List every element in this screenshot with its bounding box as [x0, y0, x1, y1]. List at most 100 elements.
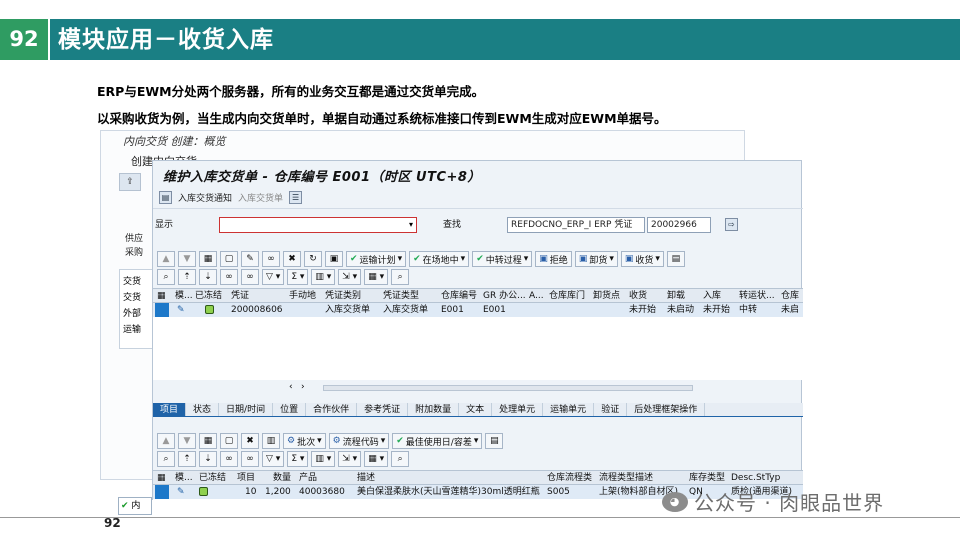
- grid-settings-icon[interactable]: ▦: [157, 289, 166, 303]
- new-icon[interactable]: ▢: [220, 433, 238, 449]
- save-icon[interactable]: ▣: [325, 251, 343, 267]
- down-icon[interactable]: ▼: [178, 251, 196, 267]
- zoom-icon[interactable]: ⌕: [391, 269, 410, 285]
- document-icon[interactable]: ▤: [159, 191, 172, 204]
- scroll-right-icon[interactable]: ›: [301, 382, 305, 392]
- layout-icon[interactable]: ▤: [666, 251, 685, 267]
- transport-plan-button[interactable]: ✔ 运输计划 ▾: [346, 251, 407, 267]
- layout-icon[interactable]: ▤: [485, 433, 504, 449]
- subtotal-button[interactable]: ▥ ▾: [311, 269, 336, 285]
- column-header[interactable]: 仓库: [781, 289, 799, 303]
- glasses-icon[interactable]: ∞: [262, 251, 280, 267]
- sum-button[interactable]: Σ ▾: [287, 269, 309, 285]
- column-header[interactable]: 仓库库门: [549, 289, 585, 303]
- scrollbar[interactable]: [323, 385, 693, 391]
- column-header[interactable]: 收货: [629, 289, 647, 303]
- transit-button[interactable]: ✔ 中转过程 ▾: [472, 251, 533, 267]
- tab-validation[interactable]: 验证: [594, 403, 628, 416]
- reject-button[interactable]: ▣ 拒绝: [535, 251, 572, 267]
- table-row[interactable]: ✎ 200008606 入库交货单 入库交货单 E001 E001 未开始 未启…: [153, 303, 803, 317]
- column-header[interactable]: 产品: [299, 471, 317, 485]
- column-header[interactable]: 项目: [237, 471, 255, 485]
- column-header[interactable]: 凭证类型: [383, 289, 419, 303]
- column-header[interactable]: 已冻结: [195, 289, 222, 303]
- column-header[interactable]: 描述: [357, 471, 375, 485]
- details-icon[interactable]: ▦: [199, 251, 217, 267]
- column-header[interactable]: Desc.StTyp: [731, 471, 780, 485]
- column-header[interactable]: 卸货点: [593, 289, 620, 303]
- zoom-icon[interactable]: ⌕: [391, 451, 410, 467]
- layout-button[interactable]: ▦ ▾: [364, 451, 389, 467]
- export-button[interactable]: ⇲ ▾: [338, 451, 362, 467]
- search-icon[interactable]: ⌕: [157, 451, 175, 467]
- column-header[interactable]: A...: [529, 289, 544, 303]
- scroll-left-icon[interactable]: ‹: [289, 382, 293, 392]
- execute-icon[interactable]: ⇨: [725, 218, 738, 231]
- find-next-icon[interactable]: ∞: [241, 451, 259, 467]
- tab-datetime[interactable]: 日期/时间: [219, 403, 274, 416]
- subtotal-button[interactable]: ▥ ▾: [311, 451, 336, 467]
- filter-button[interactable]: ▽ ▾: [262, 269, 285, 285]
- new-icon[interactable]: ▢: [220, 251, 238, 267]
- tab-partners[interactable]: 合作伙伴: [306, 403, 358, 416]
- up-icon[interactable]: ▲: [157, 251, 175, 267]
- chevron-down-icon[interactable]: ▾: [409, 218, 413, 232]
- grid-settings-icon[interactable]: ▦: [157, 471, 166, 485]
- column-header[interactable]: 入库: [703, 289, 721, 303]
- tab-status[interactable]: 状态: [186, 403, 220, 416]
- tab-ppf[interactable]: 后处理框架操作: [627, 403, 706, 416]
- down-icon[interactable]: ▼: [178, 433, 196, 449]
- column-header[interactable]: 卸载: [667, 289, 685, 303]
- up-icon[interactable]: ▲: [157, 433, 175, 449]
- tab-additional-qty[interactable]: 附加数量: [408, 403, 460, 416]
- row-selector[interactable]: [155, 485, 169, 499]
- display-select[interactable]: ▾: [219, 217, 417, 233]
- find-icon[interactable]: ∞: [220, 451, 238, 467]
- export-button[interactable]: ⇲ ▾: [338, 269, 362, 285]
- sort-desc-icon[interactable]: ⇣: [199, 451, 217, 467]
- unload-button[interactable]: ▣ 卸货 ▾: [574, 251, 618, 267]
- search-value-input[interactable]: 20002966: [647, 217, 711, 233]
- column-header[interactable]: GR 办公...: [483, 289, 526, 303]
- column-header[interactable]: 凭证类别: [325, 289, 361, 303]
- column-header[interactable]: 仓库流程类: [547, 471, 592, 485]
- delete-icon[interactable]: ✖: [241, 433, 259, 449]
- best-before-button[interactable]: ✔ 最佳使用日/容差 ▾: [392, 433, 483, 449]
- column-header[interactable]: 手动地: [289, 289, 316, 303]
- tab-transport-unit[interactable]: 运输单元: [543, 403, 595, 416]
- edit-icon[interactable]: ✎: [241, 251, 259, 267]
- tab-location[interactable]: 位置: [273, 403, 307, 416]
- column-header[interactable]: 数量: [273, 471, 291, 485]
- goods-receipt-button[interactable]: ▣ 收货 ▾: [620, 251, 664, 267]
- table-icon[interactable]: ▥: [262, 433, 280, 449]
- row-selector[interactable]: [155, 303, 169, 317]
- column-header[interactable]: 仓库编号: [441, 289, 477, 303]
- tab-reference[interactable]: 参考凭证: [357, 403, 409, 416]
- layout-button[interactable]: ▦ ▾: [364, 269, 389, 285]
- find-icon[interactable]: ∞: [220, 269, 238, 285]
- sort-asc-icon[interactable]: ⇡: [178, 269, 196, 285]
- find-next-icon[interactable]: ∞: [241, 269, 259, 285]
- column-header[interactable]: 模...: [175, 471, 193, 485]
- search-icon[interactable]: ⌕: [157, 269, 175, 285]
- search-type-select[interactable]: REFDOCNO_ERP_I ERP 凭证: [507, 217, 645, 233]
- tab-items[interactable]: 项目: [153, 403, 187, 416]
- details-icon[interactable]: ▦: [199, 433, 217, 449]
- tab-text[interactable]: 文本: [459, 403, 493, 416]
- process-code-button[interactable]: ⚙ 流程代码 ▾: [328, 433, 390, 449]
- sum-button[interactable]: Σ ▾: [287, 451, 309, 467]
- list-icon[interactable]: ☰: [289, 191, 303, 204]
- inbound-delivery-button[interactable]: 入库交货单: [238, 191, 283, 204]
- column-header[interactable]: 凭证: [231, 289, 249, 303]
- tab-handling-unit[interactable]: 处理单元: [492, 403, 544, 416]
- in-yard-button[interactable]: ✔ 在场地中 ▾: [409, 251, 470, 267]
- sort-asc-icon[interactable]: ⇡: [178, 451, 196, 467]
- edit-icon[interactable]: ✎: [177, 485, 185, 499]
- batch-button[interactable]: ⚙ 批次 ▾: [283, 433, 326, 449]
- delete-icon[interactable]: ✖: [283, 251, 301, 267]
- execute-icon[interactable]: ⇪: [119, 173, 141, 191]
- column-header[interactable]: 库存类型: [689, 471, 725, 485]
- filter-button[interactable]: ▽ ▾: [262, 451, 285, 467]
- column-header[interactable]: 流程类型描述: [599, 471, 653, 485]
- column-header[interactable]: 转运状...: [739, 289, 775, 303]
